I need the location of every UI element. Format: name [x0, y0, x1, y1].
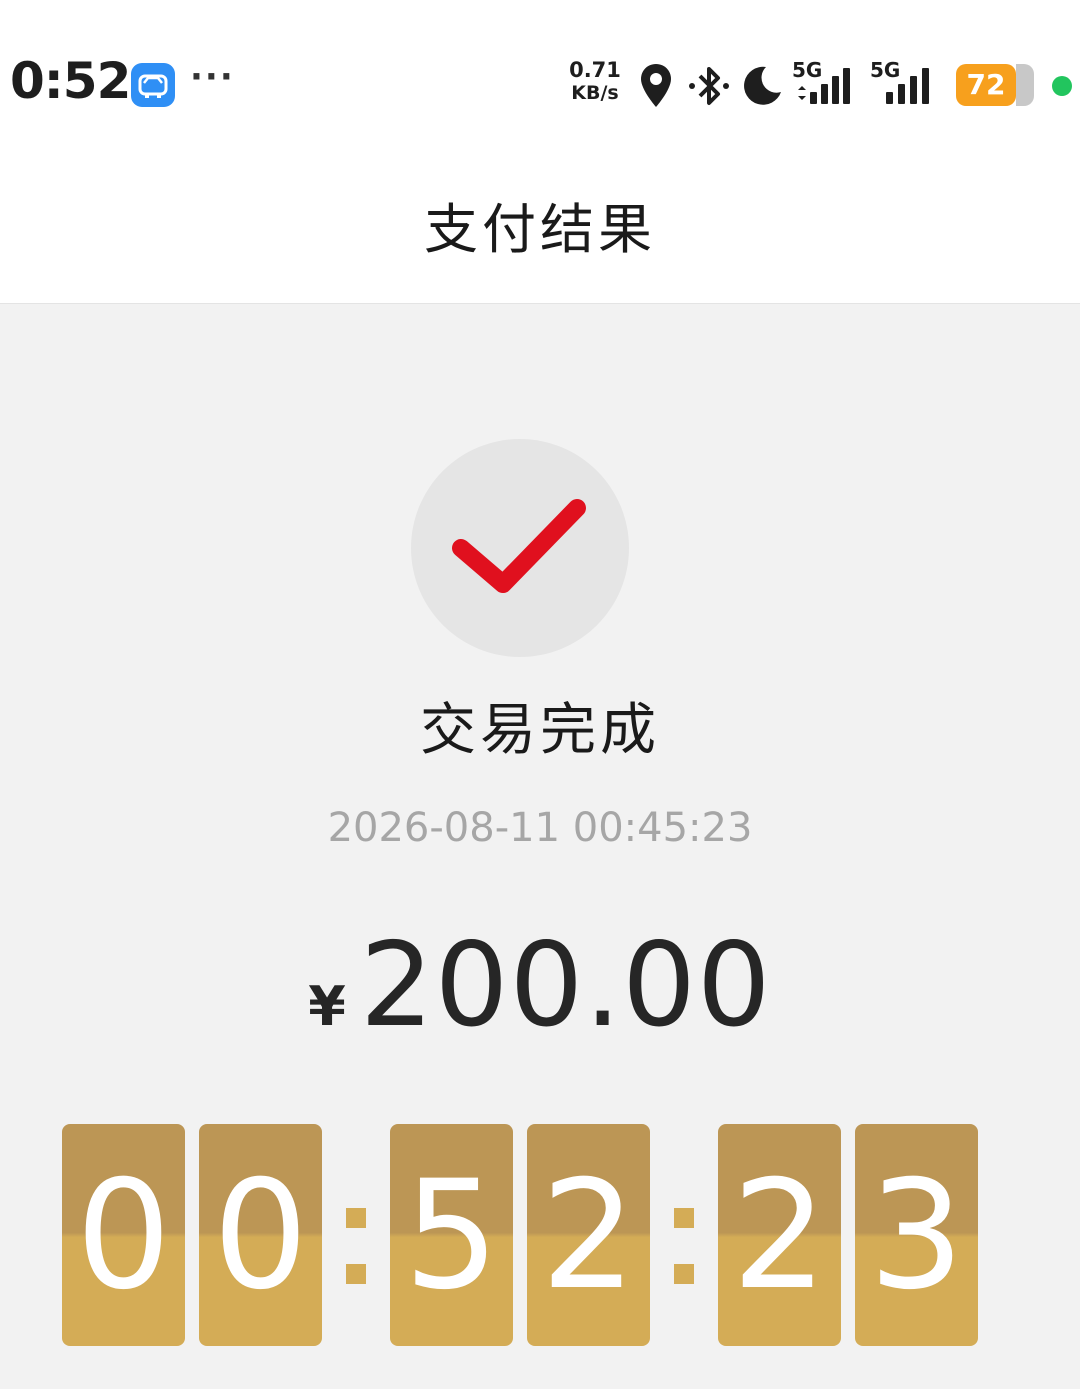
clock-digit-text: 0 — [212, 1149, 309, 1323]
status-bar: 0:52 ··· 0.71 KB/s 5G 5G 72 — [0, 0, 1080, 150]
clock-minute-tens: 5 — [390, 1124, 513, 1346]
location-icon — [638, 62, 674, 114]
battery-icon: 72 — [956, 64, 1016, 106]
clock-hour-tens: 0 — [62, 1124, 185, 1346]
success-badge — [411, 439, 629, 657]
online-dot-indicator — [1052, 76, 1072, 96]
clock-hour-ones: 0 — [199, 1124, 322, 1346]
network-speed-unit: KB/s — [571, 82, 619, 104]
moon-icon — [740, 64, 784, 112]
battery-remaining-icon — [1016, 64, 1034, 106]
clock-digit-text: 5 — [403, 1149, 500, 1323]
transaction-status: 交易完成 — [420, 698, 660, 763]
amount-display: ¥200.00 — [0, 925, 1080, 1047]
bluetooth-icon — [686, 62, 732, 114]
page-title: 支付结果 — [424, 198, 656, 261]
signal-icon — [880, 64, 944, 110]
network-speed: 0.71 KB/s — [562, 60, 628, 103]
network-speed-value: 0.71 — [569, 58, 621, 82]
clock-minute-ones: 2 — [527, 1124, 650, 1346]
clock-second-ones: 3 — [855, 1124, 978, 1346]
clock-digit-text: 0 — [75, 1149, 172, 1323]
amount-value: 200.00 — [359, 918, 772, 1053]
app-icon — [131, 63, 175, 107]
signal-icon — [794, 64, 862, 110]
clock-separator — [674, 1208, 694, 1288]
currency-symbol: ¥ — [308, 975, 346, 1038]
clock-second-tens: 2 — [718, 1124, 841, 1346]
more-dots: ··· — [190, 57, 235, 97]
clock-digit-text: 3 — [868, 1149, 965, 1323]
status-time: 0:52 — [10, 52, 131, 110]
clock-digit-text: 2 — [731, 1149, 828, 1323]
check-icon — [452, 499, 586, 593]
clock-digit-text: 2 — [540, 1149, 637, 1323]
nav-bar: 支付结果 — [0, 150, 1080, 304]
battery-level: 72 — [966, 68, 1006, 101]
clock-separator — [346, 1208, 366, 1288]
transaction-timestamp: 2026-08-11 00:45:23 — [327, 805, 753, 851]
